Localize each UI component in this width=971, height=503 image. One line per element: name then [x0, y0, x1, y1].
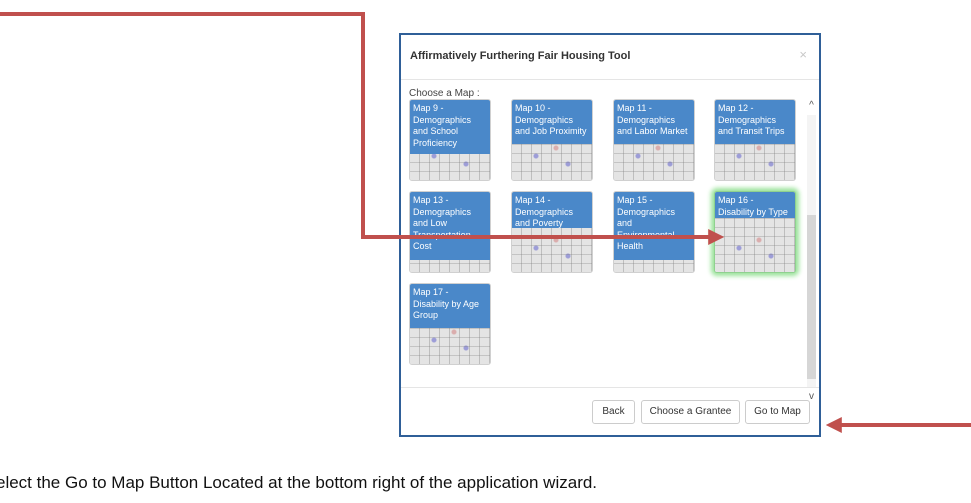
- dialog-footer: Back Choose a Grantee Go to Map: [401, 387, 819, 435]
- caption-text: elect the Go to Map Button Located at th…: [0, 473, 598, 492]
- close-icon[interactable]: ×: [799, 47, 807, 62]
- map-tile-label: Map 14 - Demographics and Poverty: [512, 192, 592, 228]
- map-tile-label: Map 17 - Disability by Age Group: [410, 284, 490, 328]
- map-tile-14[interactable]: Map 14 - Demographics and Poverty: [511, 191, 593, 273]
- dialog-title: Affirmatively Furthering Fair Housing To…: [410, 50, 631, 62]
- choose-map-label: Choose a Map :: [409, 88, 480, 99]
- scroll-up-icon[interactable]: ^: [806, 99, 817, 113]
- map-grid: Map 9 - Demographics and School Proficie…: [401, 99, 818, 404]
- back-button[interactable]: Back: [592, 400, 635, 424]
- map-tile-label: Map 13 - Demographics and Low Transporta…: [410, 192, 490, 260]
- dialog-header: Affirmatively Furthering Fair Housing To…: [401, 35, 819, 80]
- vertical-scrollbar[interactable]: ^ v: [806, 99, 817, 404]
- map-tile-12[interactable]: Map 12 - Demographics and Transit Trips: [714, 99, 796, 181]
- map-tile-17[interactable]: Map 17 - Disability by Age Group: [409, 283, 491, 365]
- map-tile-label: Map 10 - Demographics and Job Proximity: [512, 100, 592, 144]
- instruction-caption: elect the Go to Map Button Located at th…: [0, 469, 971, 503]
- map-tile-11[interactable]: Map 11 - Demographics and Labor Market: [613, 99, 695, 181]
- scrollbar-track[interactable]: [807, 115, 816, 388]
- map-tile-13[interactable]: Map 13 - Demographics and Low Transporta…: [409, 191, 491, 273]
- choose-grantee-button[interactable]: Choose a Grantee: [641, 400, 740, 424]
- map-tile-9[interactable]: Map 9 - Demographics and School Proficie…: [409, 99, 491, 181]
- map-tile-10[interactable]: Map 10 - Demographics and Job Proximity: [511, 99, 593, 181]
- map-tile-16[interactable]: Map 16 - Disability by Type: [714, 191, 796, 273]
- map-tile-label: Map 16 - Disability by Type: [715, 192, 795, 218]
- go-to-map-button[interactable]: Go to Map: [745, 400, 810, 424]
- map-tile-label: Map 15 - Demographics and Environmental …: [614, 192, 694, 260]
- scrollbar-thumb[interactable]: [807, 215, 816, 379]
- wizard-dialog: Affirmatively Furthering Fair Housing To…: [399, 33, 821, 437]
- map-tile-label: Map 9 - Demographics and School Proficie…: [410, 100, 490, 154]
- map-tile-15[interactable]: Map 15 - Demographics and Environmental …: [613, 191, 695, 273]
- map-tile-label: Map 12 - Demographics and Transit Trips: [715, 100, 795, 144]
- map-tile-label: Map 11 - Demographics and Labor Market: [614, 100, 694, 144]
